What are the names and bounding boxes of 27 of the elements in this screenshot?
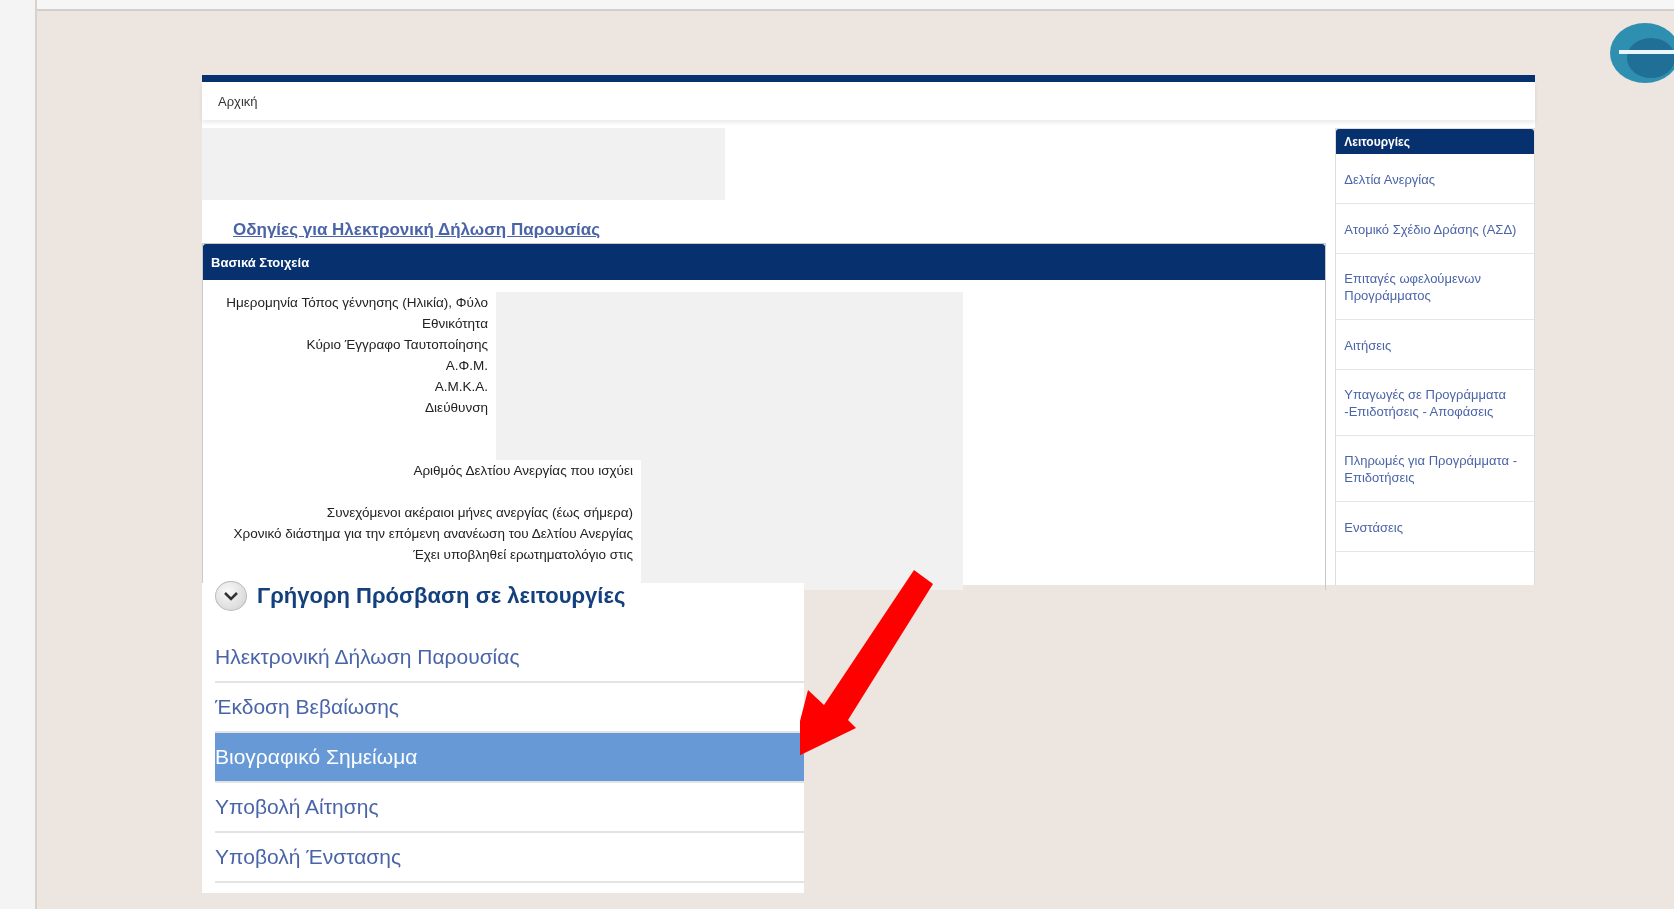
sidebar-title: Λειτουργίες bbox=[1336, 129, 1534, 154]
quick-access-title: Γρήγορη Πρόσβαση σε λειτουργίες bbox=[257, 583, 626, 609]
field-label: Ημερομηνία Τόπος γέννησης (Ηλικία), Φύλο bbox=[226, 294, 488, 312]
sidebar-item[interactable]: Πληρωμές για Προγράμματα - Επιδοτήσεις bbox=[1336, 436, 1534, 502]
breadcrumb-link[interactable]: Αρχική bbox=[218, 93, 258, 109]
logo-icon bbox=[1609, 22, 1674, 85]
field-label: Α.Φ.Μ. bbox=[445, 357, 488, 375]
quick-access-item[interactable]: Ηλεκτρονική Δήλωση Παρουσίας bbox=[215, 633, 804, 683]
field-label: Συνεχόμενοι ακέραιοι μήνες ανεργίας (έως σήμερα) bbox=[326, 504, 633, 522]
sidebar-item[interactable]: Ατομικό Σχέδιο Δράσης (ΑΣΔ) bbox=[1336, 204, 1534, 254]
sidebar-item[interactable]: Υπαγωγές σε Προγράμματα -Επιδοτήσεις - Αποφάσεις bbox=[1336, 370, 1534, 436]
field-label: Αριθμός Δελτίου Ανεργίας που ισχύει bbox=[413, 462, 633, 480]
field-label: Έχει υποβληθεί ερωτηματολόγιο στις bbox=[413, 546, 633, 564]
sidebar-item[interactable]: Δελτία Ανεργίας bbox=[1336, 154, 1534, 204]
field-label: Εθνικότητα bbox=[422, 315, 488, 333]
field-label: Κύριο Έγγραφο Ταυτοποίησης bbox=[306, 336, 488, 354]
quick-access-item[interactable]: Υποβολή Αίτησης bbox=[215, 783, 804, 833]
sidebar-item[interactable]: Επιταγές ωφελούμενων Προγράμματος bbox=[1336, 254, 1534, 320]
field-label: Διεύθυνση bbox=[425, 399, 488, 417]
field-label: Χρονικό διάστημα για την επόμενη ανανέωση του Δελτίου Ανεργίας bbox=[233, 525, 633, 543]
chevron-down-icon[interactable] bbox=[215, 581, 247, 611]
sidebar-item[interactable]: Αιτήσεις bbox=[1336, 320, 1534, 370]
field-label: Α.Μ.Κ.Α. bbox=[434, 378, 488, 396]
instructions-link[interactable]: Οδηγίες για Ηλεκτρονική Δήλωση Παρουσίας bbox=[233, 220, 601, 240]
quick-access-item[interactable]: Υποβολή Ένστασης bbox=[215, 833, 804, 883]
panel-title: Βασικά Στοιχεία bbox=[203, 244, 1326, 280]
sidebar-item[interactable]: Ενστάσεις bbox=[1336, 502, 1534, 552]
